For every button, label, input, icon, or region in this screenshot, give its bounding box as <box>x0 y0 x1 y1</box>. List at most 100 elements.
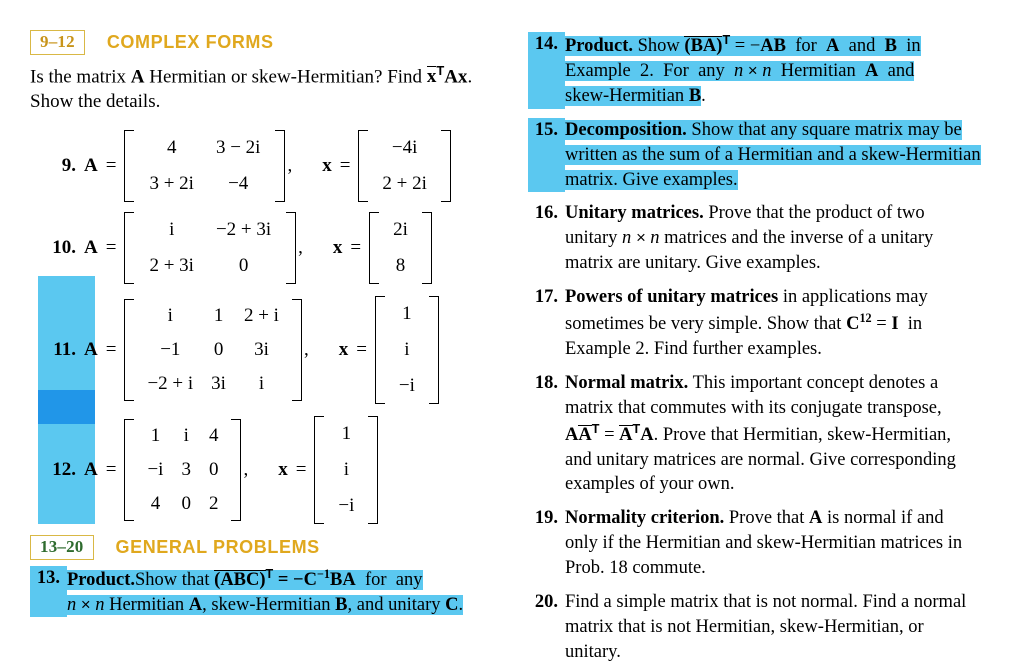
problem-13-body: Product.Show that (ABC)T = −C−1BA for an… <box>67 566 518 618</box>
problem-11-matrix: i 1 2 + i −1 0 3i −2 + i 3i i <box>124 296 302 404</box>
vector-cell: i <box>404 338 410 360</box>
matrix-cell: 3i <box>211 372 226 394</box>
problem-10-matrix-label: A <box>84 236 98 258</box>
problem-13-inverse-sup: −1 <box>316 566 330 581</box>
matrix-cell: −4 <box>228 172 249 194</box>
problem-17-body: Powers of unitary matrices in applicatio… <box>565 285 1006 362</box>
problem-9-comma: , <box>287 154 293 176</box>
problem-13-n1: n <box>67 594 77 615</box>
problem-14-B: B <box>688 85 702 106</box>
problem-16-line3: matrix are unitary. Give examples. <box>565 253 821 274</box>
problem-13-A: A <box>188 594 203 615</box>
problem-18-line5: examples of your own. <box>565 474 735 495</box>
matrix-cell: −2 + i <box>147 372 194 394</box>
vector-cell: −i <box>398 374 415 396</box>
problem-14: 14. Product. Show (BA)T = −AB for A and … <box>528 32 1006 109</box>
bracket-left <box>124 211 135 284</box>
problem-9-equals: = <box>105 154 117 176</box>
vector-cell: −4i <box>391 136 418 158</box>
problem-12-vector: 1 i −i <box>314 413 379 527</box>
problem-20-line1: Find a simple matrix that is not normal.… <box>565 591 967 612</box>
problem-17-line3: Example 2. Find further examples. <box>565 338 822 359</box>
bracket-left <box>369 211 380 284</box>
intro-symbol-A: A <box>130 66 145 88</box>
matrix-cell: 0 <box>181 492 191 514</box>
problem-13-overline-ABC: (ABC) <box>214 569 266 590</box>
problem-range-badge-2: 13–20 <box>30 534 94 560</box>
problem-17: 17. Powers of unitary matrices in applic… <box>528 285 1006 362</box>
problem-19-line1-a: Prove that <box>724 508 810 529</box>
matrix-cell: 1 <box>150 424 161 446</box>
matrix-cell: 2 + 3i <box>149 254 194 276</box>
problem-10-comma: , <box>298 236 303 258</box>
problem-13-text-d: Hermitian <box>104 594 189 615</box>
problem-18-line2: matrix that commutes with its conjugate … <box>565 397 942 418</box>
problem-16-nxn: n × n <box>622 228 660 249</box>
matrix-cell: −1 <box>160 338 181 360</box>
problem-13-text-c: BA for any <box>330 569 423 590</box>
problem-18-A2: A <box>640 424 654 445</box>
problem-14-text-b: = −AB for A and B in <box>730 36 921 57</box>
problem-17-number: 17. <box>534 287 558 308</box>
problem-16-line2-b: matrices and the inverse of a unitary <box>659 228 934 249</box>
matrix-cell: 3i <box>254 338 269 360</box>
matrix-cell: 0 <box>208 458 219 480</box>
problem-20: 20. Find a simple matrix that is not nor… <box>528 590 1006 665</box>
problem-18-Abar1: A <box>578 424 592 445</box>
problem-13-number: 13. <box>30 565 67 618</box>
problem-16-lead: Unitary matrices. <box>565 203 704 224</box>
problem-18-line3-rest: . Prove that Hermitian, skew-Hermitian, <box>653 424 952 445</box>
problem-18-line1: This important concept denotes a <box>688 372 939 393</box>
matrix-cell: 4 <box>166 136 177 158</box>
matrix-cell: 2 + i <box>243 304 279 326</box>
problem-9-matrix-label: A <box>84 154 98 176</box>
matrix-cell: i <box>183 424 189 446</box>
problem-20-line2: matrix that is not Hermitian, skew-Hermi… <box>565 616 924 637</box>
problem-18-equals: = <box>599 424 620 445</box>
problem-14-transpose: T <box>722 33 731 47</box>
problem-19-lead: Normality criterion. <box>565 508 725 529</box>
problem-14-text-a: Show <box>633 36 685 57</box>
problem-18-number: 18. <box>534 372 558 393</box>
problem-10-equals: = <box>105 236 117 258</box>
problem-14-number: 14. <box>528 32 565 109</box>
intro-text-b: Hermitian or skew-Hermitian? Find <box>144 66 427 88</box>
right-column: 14. Product. Show (BA)T = −AB for A and … <box>528 32 1006 665</box>
problem-12-equals-2: = <box>295 458 307 480</box>
problem-12-vector-label: x <box>278 458 288 480</box>
problem-11-matrix-label: A <box>84 338 98 360</box>
section-header-general-problems: 13–20 GENERAL PROBLEMS <box>30 534 518 560</box>
problem-14-body: Product. Show (BA)T = −AB for A and B in… <box>565 32 1006 109</box>
problem-13-text-f: , and unitary <box>347 594 446 615</box>
intro-line2: Show the details. <box>30 91 161 113</box>
matrix-cell: 0 <box>213 338 224 360</box>
matrix-cell: 2 <box>208 492 219 514</box>
matrix-cell: 3 + 2i <box>149 172 194 194</box>
section-instructions: Is the matrix A Hermitian or skew-Hermit… <box>30 62 518 115</box>
bracket-left <box>124 298 135 401</box>
problem-12-matrix-label: A <box>84 458 98 480</box>
bracket-left <box>358 129 369 202</box>
bracket-right <box>291 298 302 401</box>
bracket-left <box>124 129 135 202</box>
problem-18-Abar2: A <box>619 424 633 445</box>
problem-17-exponent: 12 <box>859 310 872 325</box>
intro-symbol-xbar: x <box>426 66 437 88</box>
problem-9-vector-label: x <box>322 154 332 176</box>
problem-17-line2-a: sometimes be very simple. Show that <box>565 314 847 335</box>
problem-19-number: 19. <box>534 508 558 529</box>
problem-13-period: . <box>458 594 464 615</box>
matrix-cell: −2 + 3i <box>215 218 272 240</box>
problem-19: 19. Normality criterion. Prove that A is… <box>528 506 1006 581</box>
problem-10-matrix: i −2 + 3i 2 + 3i 0 <box>124 209 297 287</box>
matrix-cell: 3 <box>181 458 191 480</box>
intro-period: . <box>467 66 473 88</box>
bracket-left <box>314 415 325 524</box>
section-title: COMPLEX FORMS <box>106 31 274 52</box>
problem-11-vector-label: x <box>338 338 349 360</box>
problem-16-body: Unitary matrices. Prove that the product… <box>565 201 1006 276</box>
bracket-right <box>428 295 439 404</box>
problem-17-lead: Powers of unitary matrices <box>565 287 779 308</box>
problem-19-line2: only if the Hermitian and skew-Hermitian… <box>565 533 963 554</box>
problem-19-line1-b: is normal if and <box>822 508 944 529</box>
